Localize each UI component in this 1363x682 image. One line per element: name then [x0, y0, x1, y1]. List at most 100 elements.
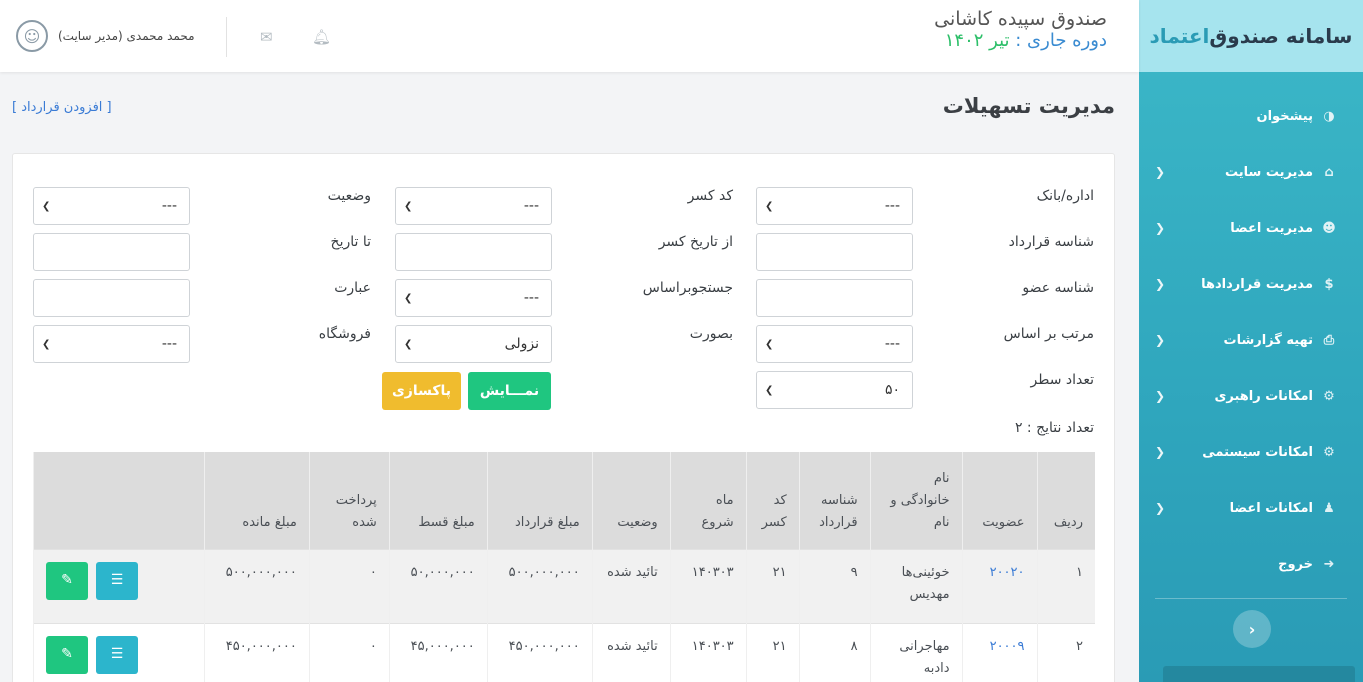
sidebar-nav: ◑ پیشخوان ⌂ مدیریت سایت ❮ ☻ مدیریت اعضا ❮ $…: [1139, 72, 1363, 592]
sidebar-item-logout[interactable]: ➜ خروج: [1139, 536, 1363, 592]
col-header: ماه شروع: [669, 452, 747, 549]
sidebar-item-contracts-management[interactable]: $ مدیریت قراردادها ❮: [1139, 256, 1363, 312]
sidebar-item-system-tools[interactable]: ⚙ امکانات سیستمی ❮: [1139, 424, 1363, 480]
cell-status: تائید شده: [591, 622, 671, 682]
sidebar-item-label: امکانات اعضا: [1229, 500, 1313, 516]
view-button[interactable]: ☰: [96, 561, 138, 600]
gear-icon: ⚙: [1323, 388, 1335, 404]
sidebar-footer: [1163, 666, 1355, 682]
search-by-label: جستجوبراساس: [642, 280, 733, 296]
contract-id-label: شناسه قرارداد: [1008, 234, 1094, 250]
print-icon: ⎙: [1323, 332, 1335, 348]
edit-button[interactable]: ✎: [46, 561, 88, 600]
col-header: وضعیت: [591, 452, 671, 549]
office-bank-select[interactable]: --- ❯: [756, 187, 913, 225]
chevron-right-icon: ›: [1248, 619, 1256, 639]
sidebar-item-label: مدیریت قراردادها: [1201, 276, 1313, 292]
user-menu[interactable]: ☺ محمد محمدی (مدیر سایت): [16, 20, 195, 52]
chevron-down-icon: ❯: [404, 338, 413, 350]
sidebar-item-label: امکانات سیستمی: [1202, 444, 1313, 460]
col-header: پرداخت شده: [308, 452, 390, 549]
deduction-code-label: کد کسر: [687, 188, 733, 204]
users-icon: ☻: [1322, 220, 1336, 236]
sidebar-item-admin-tools[interactable]: ⚙ امکانات راهبری ❮: [1139, 368, 1363, 424]
brand-accent: اعتماد: [1149, 24, 1210, 48]
member-id-label: شناسه عضو: [1022, 280, 1094, 296]
store-select[interactable]: --- ❯: [33, 325, 190, 363]
cell-amount: ۴۵۰,۰۰۰,۰۰۰: [486, 622, 593, 682]
sort-by-select[interactable]: --- ❯: [756, 325, 913, 363]
chevron-left-icon: ❮: [1155, 221, 1166, 235]
edit-icon: ✎: [61, 572, 73, 589]
member-id-field[interactable]: [756, 279, 913, 317]
deduction-code-select[interactable]: --- ❯: [395, 187, 552, 225]
sidebar-item-members-management[interactable]: ☻ مدیریت اعضا ❮: [1139, 200, 1363, 256]
sidebar-toggle-button[interactable]: ›: [1233, 610, 1271, 648]
chevron-down-icon: ❯: [404, 200, 413, 212]
sidebar-item-reports[interactable]: ⎙ تهیه گزارشات ❮: [1139, 312, 1363, 368]
view-button[interactable]: ☰: [96, 635, 138, 674]
chevron-left-icon: ❮: [1155, 277, 1166, 291]
contract-id-field[interactable]: [756, 233, 913, 271]
chevron-left-icon: ❮: [1155, 333, 1166, 347]
show-button[interactable]: نمـــایش: [468, 372, 551, 410]
edit-button[interactable]: ✎: [46, 635, 88, 674]
document-icon: ☰: [110, 646, 124, 663]
col-header: [33, 452, 205, 549]
to-date-field[interactable]: [33, 233, 190, 271]
cell-index: ۲: [1036, 622, 1095, 682]
dollar-icon: $: [1324, 276, 1334, 292]
col-header: عضویت: [961, 452, 1038, 549]
chevron-left-icon: ❮: [1155, 445, 1166, 459]
sidebar-item-member-tools[interactable]: ♟ امکانات اعضا ❮: [1139, 480, 1363, 536]
cell-code: ۲۱: [745, 548, 800, 623]
cell-member[interactable]: ۲۰۰۰۹: [961, 622, 1038, 682]
cell-installment: ۵۰,۰۰۰,۰۰۰: [388, 548, 488, 623]
header-divider: [226, 17, 227, 57]
search-by-select[interactable]: --- ❯: [395, 279, 552, 317]
clear-button[interactable]: پاکسازی: [382, 372, 461, 410]
cell-start: ۱۴۰۳۰۳: [669, 622, 747, 682]
col-header: مبلغ قرارداد: [486, 452, 593, 549]
phrase-field[interactable]: [33, 279, 190, 317]
home-icon: ⌂: [1324, 164, 1334, 180]
col-header: ردیف: [1036, 452, 1095, 549]
from-date-label: از تاریخ کسر: [658, 234, 733, 250]
sidebar-item-label: مدیریت اعضا: [1230, 220, 1313, 236]
cell-contract: ۸: [798, 622, 871, 682]
sidebar-item-dashboard[interactable]: ◑ پیشخوان: [1139, 88, 1363, 144]
envelope-icon[interactable]: ✉: [260, 28, 273, 46]
sidebar-item-site-management[interactable]: ⌂ مدیریت سایت ❮: [1139, 144, 1363, 200]
cell-name: مهاجرانی دادبه: [869, 622, 963, 682]
cell-actions: ✎ ☰: [33, 622, 205, 682]
sort-by-label: مرتب بر اساس: [1003, 326, 1094, 342]
filter-card: اداره/بانک --- ❯ کد کسر --- ❯ وضعیت --- ❯ ش…: [12, 153, 1115, 682]
sidebar-item-label: مدیریت سایت: [1224, 164, 1313, 180]
cell-member[interactable]: ۲۰۰۲۰: [961, 548, 1038, 623]
cell-actions: ✎ ☰: [33, 548, 205, 623]
user-icon: ♟: [1323, 500, 1335, 516]
bell-icon[interactable]: 🔔︎: [312, 28, 331, 46]
period-value: تیر ۱۴۰۲: [944, 30, 1010, 51]
period-label: دوره جاری :: [1015, 30, 1107, 51]
chevron-down-icon: ❯: [404, 292, 413, 304]
edit-icon: ✎: [61, 646, 73, 663]
col-header: شناسه قرارداد: [798, 452, 871, 549]
fund-name: صندوق سپیده کاشانی: [934, 8, 1107, 30]
rows-count-select[interactable]: ۵۰ ❯: [756, 371, 913, 409]
cell-start: ۱۴۰۳۰۳: [669, 548, 747, 623]
cell-remaining: ۴۵۰,۰۰۰,۰۰۰: [203, 622, 310, 682]
logout-icon: ➜: [1323, 556, 1335, 572]
phrase-label: عبارت: [334, 280, 371, 296]
top-header: صندوق سپیده کاشانی دوره جاری : تیر ۱۴۰۲ …: [0, 0, 1139, 72]
cell-paid: ۰: [308, 548, 390, 623]
sidebar-item-label: پیشخوان: [1256, 108, 1314, 124]
sidebar-item-label: خروج: [1278, 556, 1313, 572]
from-date-field[interactable]: [395, 233, 552, 271]
add-contract-link[interactable]: [ افزودن قرارداد ]: [12, 100, 112, 115]
chevron-down-icon: ❯: [765, 384, 774, 396]
avatar: ☺: [16, 20, 48, 52]
status-select[interactable]: --- ❯: [33, 187, 190, 225]
order-label: بصورت: [689, 326, 733, 342]
order-select[interactable]: نزولی ❯: [395, 325, 552, 363]
